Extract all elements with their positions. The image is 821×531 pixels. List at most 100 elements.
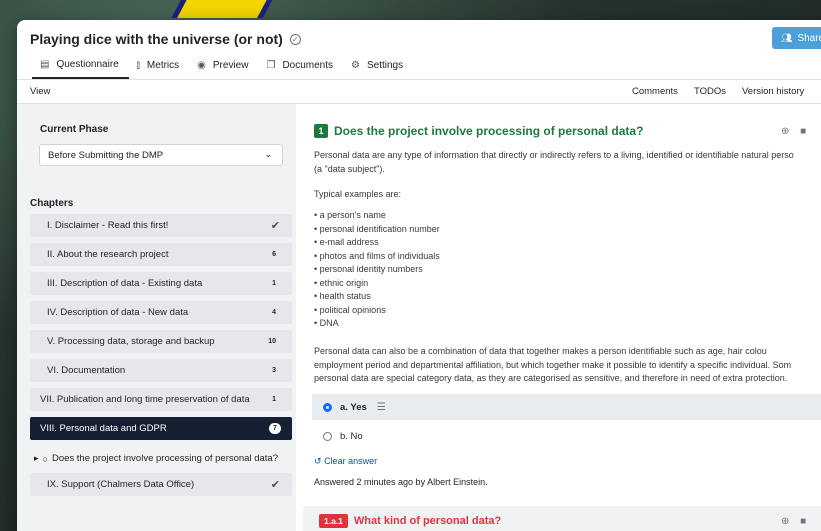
copy-icon: ❐ — [266, 59, 276, 71]
list-item: • personal identification number — [314, 223, 440, 234]
list-item: • a person's name — [314, 210, 386, 220]
clear-answer-label: Clear answer — [324, 456, 378, 466]
description-line: personal data are special category data,… — [314, 373, 788, 383]
chapter-question-link[interactable]: ▸ ○ Does the project involve processing … — [34, 453, 278, 464]
sidebar: Current Phase Before Submitting the DMP … — [17, 104, 296, 531]
list-item: • ethnic origin — [314, 277, 369, 288]
subquestion-header: 1.a.1 What kind of personal data? ⊕ ■ — [303, 506, 821, 531]
undo-icon: ↺ — [314, 456, 322, 466]
question-description: Personal data are any type of informatio… — [314, 149, 821, 176]
tab-label: Questionnaire — [56, 58, 119, 70]
tab-label: Settings — [366, 59, 404, 71]
bar-chart-icon: ⫾ — [136, 59, 140, 71]
radio-unselected[interactable] — [323, 431, 332, 441]
description-line: (a "data subject"). — [314, 163, 385, 174]
chapter-count-badge: 4 — [272, 309, 276, 316]
question-actions: ⊕ ■ — [781, 126, 814, 137]
tab-label: Metrics — [146, 59, 180, 71]
chapter-label: V. Processing data, storage and backup — [47, 336, 215, 347]
chapter-label: VI. Documentation — [47, 365, 126, 376]
list-icon: ☰ — [376, 401, 386, 413]
chapter-label: II. About the research project — [47, 249, 169, 260]
option-label: a. Yes — [340, 401, 367, 413]
description-line: Personal data can also be a combination … — [314, 346, 767, 356]
chapter-label: VII. Publication and long time preservat… — [40, 394, 250, 405]
version-history-button[interactable]: Version history — [742, 86, 804, 97]
chapter-item[interactable]: VI. Documentation 3 — [30, 359, 292, 382]
list-item: • e-mail address — [314, 237, 379, 247]
comments-icon[interactable]: ■ — [800, 126, 806, 137]
comments-icon[interactable]: ■ — [800, 516, 806, 527]
description-paragraph: Personal data can also be a combination … — [314, 345, 821, 386]
question-link-label: Does the project involve processing of p… — [51, 453, 278, 464]
chapter-label: I. Disclaimer - Read this first! — [47, 220, 169, 231]
check-circle-icon: ✓ — [289, 33, 301, 45]
tab-metrics[interactable]: ⫾ Metrics — [129, 57, 189, 79]
option-label: b. No — [340, 430, 363, 442]
chapters-heading: Chapters — [30, 198, 74, 209]
typical-examples-heading: Typical examples are: — [314, 189, 402, 199]
tab-settings[interactable]: ⚙ Settings — [343, 57, 413, 79]
comments-button[interactable]: Comments — [632, 86, 678, 97]
phase-value: Before Submitting the DMP — [48, 149, 164, 161]
chapter-count-badge: 10 — [268, 338, 276, 345]
tab-preview[interactable]: ◉ Preview — [189, 57, 258, 79]
chapter-label: III. Description of data - Existing data — [47, 278, 203, 289]
comment-icon: ○ — [42, 453, 48, 464]
page-title: Playing dice with the universe (or not) — [30, 31, 283, 47]
chapter-item[interactable]: VII. Publication and long time preservat… — [30, 388, 292, 411]
gears-icon: ⚙ — [351, 59, 360, 71]
chapter-count-badge: 1 — [272, 280, 276, 287]
chapter-count-badge: 3 — [272, 367, 276, 374]
chapter-item-active[interactable]: VIII. Personal data and GDPR 7 — [30, 417, 292, 440]
subquestion-number: 1.a.1 — [319, 514, 348, 528]
answer-option-no[interactable]: b. No — [312, 423, 821, 449]
list-item: • health status — [314, 291, 371, 301]
question-header: 1 Does the project involve processing of… — [314, 124, 643, 138]
phase-select[interactable]: Before Submitting the DMP ⌄ — [39, 144, 283, 166]
phase-label: Current Phase — [40, 124, 109, 135]
list-item: • DNA — [314, 318, 339, 328]
questionnaire-main: 1 Does the project involve processing of… — [296, 104, 821, 531]
answered-info: Answered 2 minutes ago by Albert Einstei… — [314, 477, 488, 487]
todos-button[interactable]: TODOs — [694, 86, 726, 97]
answer-option-yes[interactable]: a. Yes ☰ — [312, 394, 821, 420]
description-line: employment period and departmental affil… — [314, 359, 792, 370]
eye-icon: ◉ — [197, 59, 206, 71]
table-icon: ▤ — [40, 58, 50, 70]
chapter-item[interactable]: I. Disclaimer - Read this first! ✔ — [30, 214, 292, 237]
users-icon: 👥︎ — [781, 32, 793, 43]
chapter-item[interactable]: V. Processing data, storage and backup 1… — [30, 330, 292, 353]
tab-documents[interactable]: ❐ Documents — [258, 57, 343, 79]
examples-list: • a person's name • personal identificat… — [314, 209, 440, 331]
check-icon: ✔ — [270, 479, 280, 491]
chapter-item[interactable]: IV. Description of data - New data 4 — [30, 301, 292, 324]
chevron-down-icon: ⌄ — [264, 149, 272, 159]
view-bar: View Comments TODOs Version history — [17, 80, 821, 104]
title-bar: Playing dice with the universe (or not) … — [17, 20, 821, 58]
tab-bar: ▤ Questionnaire ⫾ Metrics ◉ Preview ❐ Do… — [17, 58, 821, 80]
tab-label: Documents — [282, 59, 334, 71]
caret-right-icon: ▸ — [34, 453, 39, 463]
chapter-label: IV. Description of data - New data — [47, 307, 189, 318]
view-menu[interactable]: View — [30, 86, 50, 97]
chapter-count-badge: 7 — [269, 423, 281, 434]
list-item: • political opinions — [314, 304, 386, 315]
check-icon: ✔ — [270, 220, 280, 232]
list-item: • photos and films of individuals — [314, 250, 440, 261]
list-item: • personal identity numbers — [314, 264, 423, 274]
subquestion-title: What kind of personal data? — [353, 515, 502, 527]
tab-label: Preview — [212, 59, 249, 71]
add-todo-icon[interactable]: ⊕ — [781, 516, 789, 527]
add-todo-icon[interactable]: ⊕ — [781, 126, 789, 137]
chapter-item[interactable]: III. Description of data - Existing data… — [30, 272, 292, 295]
chapter-item[interactable]: IX. Support (Chalmers Data Office) ✔ — [30, 473, 292, 496]
chapter-item[interactable]: II. About the research project 6 — [30, 243, 292, 266]
share-button[interactable]: 👥︎ Share — [772, 27, 821, 49]
tab-questionnaire[interactable]: ▤ Questionnaire — [32, 57, 129, 79]
question-number: 1 — [314, 124, 328, 138]
question-title: Does the project involve processing of p… — [334, 124, 644, 138]
subquestion-actions: ⊕ ■ — [781, 516, 814, 527]
clear-answer-link[interactable]: ↺ Clear answer — [314, 456, 377, 467]
radio-selected[interactable] — [323, 402, 332, 412]
